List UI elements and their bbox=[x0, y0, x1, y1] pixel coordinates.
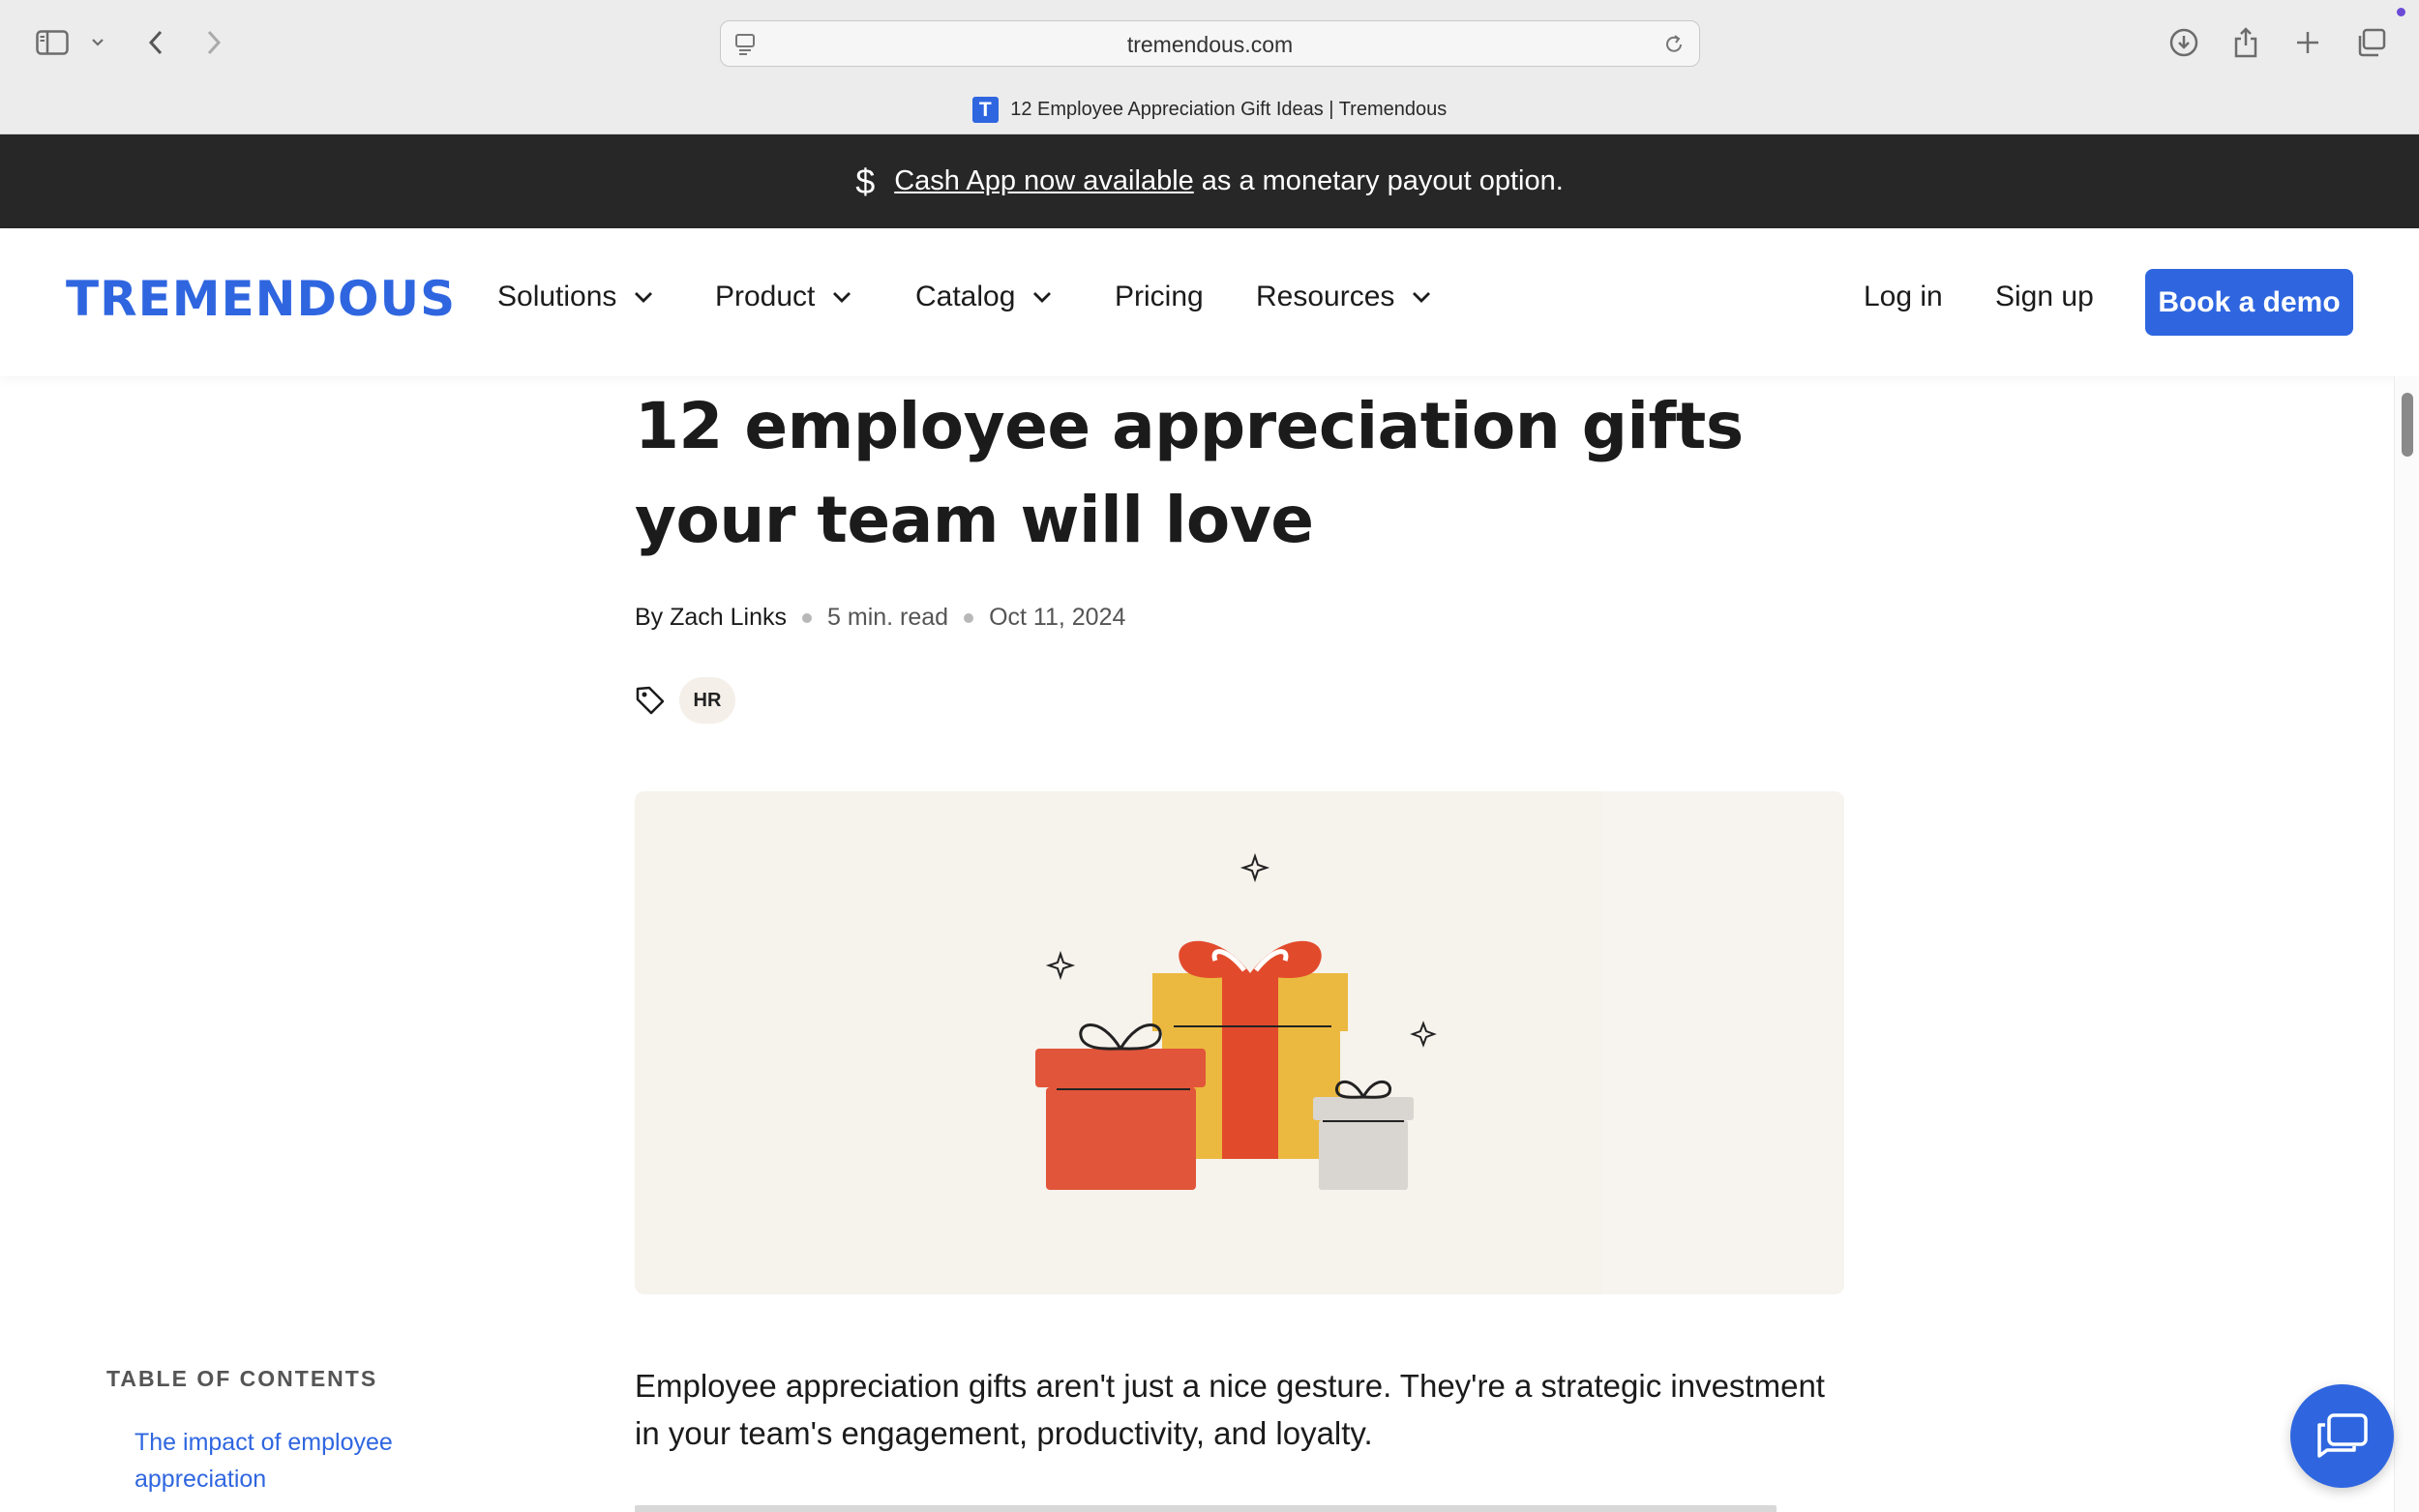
nav-label: Solutions bbox=[497, 281, 617, 312]
nav-product[interactable]: Product bbox=[715, 281, 851, 313]
gift-boxes-image bbox=[1035, 791, 1844, 1294]
sidebar-toggle-icon[interactable] bbox=[33, 21, 72, 64]
address-bar[interactable]: tremendous.com bbox=[720, 20, 1700, 67]
nav-pricing[interactable]: Pricing bbox=[1115, 281, 1204, 313]
chevron-down-icon bbox=[833, 292, 851, 303]
tag-icon bbox=[636, 686, 665, 715]
page-scrollbar[interactable] bbox=[2394, 376, 2419, 1512]
chevron-down-icon bbox=[1033, 292, 1052, 303]
article-tags: HR bbox=[635, 677, 735, 724]
reload-icon[interactable] bbox=[1662, 33, 1686, 61]
login-link[interactable]: Log in bbox=[1864, 281, 1943, 313]
article-intro: Employee appreciation gifts aren't just … bbox=[635, 1368, 1825, 1451]
back-arrow-icon[interactable] bbox=[141, 21, 170, 64]
book-demo-button[interactable]: Book a demo bbox=[2145, 269, 2353, 336]
chevron-down-icon[interactable] bbox=[87, 21, 108, 64]
nav-label: Catalog bbox=[915, 281, 1016, 312]
author-link[interactable]: By Zach Links bbox=[635, 604, 787, 632]
chevron-down-icon bbox=[635, 292, 653, 303]
chat-button[interactable] bbox=[2290, 1384, 2394, 1488]
article-title: 12 employee appreciation gifts your team… bbox=[635, 389, 1744, 557]
browser-toolbar: tremendous.com T 12 Employee Appreciatio… bbox=[0, 0, 2419, 134]
chat-bubbles-icon bbox=[2316, 1412, 2368, 1458]
download-icon[interactable] bbox=[2167, 21, 2200, 64]
nav-catalog[interactable]: Catalog bbox=[915, 281, 1052, 313]
nav-label: Product bbox=[715, 281, 816, 312]
tag-hr[interactable]: HR bbox=[679, 677, 735, 724]
announcement-bar: $ Cash App now available as a monetary p… bbox=[0, 134, 2419, 228]
article-paragraph-cutoff bbox=[635, 1497, 1844, 1512]
nav-solutions[interactable]: Solutions bbox=[497, 281, 653, 313]
announcement-text: as a monetary payout option. bbox=[1201, 165, 1564, 196]
notification-dot bbox=[2397, 8, 2405, 16]
meta-separator bbox=[964, 612, 974, 623]
cash-app-link[interactable]: Cash App now available bbox=[894, 165, 1194, 197]
nav-label: Resources bbox=[1256, 281, 1395, 312]
nav-resources[interactable]: Resources bbox=[1256, 281, 1431, 313]
meta-separator bbox=[802, 612, 813, 623]
new-tab-icon[interactable] bbox=[2293, 21, 2322, 64]
tremendous-favicon-icon: T bbox=[971, 97, 999, 123]
toc-item[interactable]: The impact of employee appreciation bbox=[134, 1424, 444, 1497]
chevron-down-icon bbox=[1413, 292, 1431, 303]
read-time: 5 min. read bbox=[827, 604, 949, 631]
nav-label: Pricing bbox=[1115, 281, 1204, 312]
tab-title: 12 Employee Appreciation Gift Ideas | Tr… bbox=[1010, 99, 1448, 120]
toc-heading: TABLE OF CONTENTS bbox=[106, 1366, 378, 1391]
tab-overview-icon[interactable] bbox=[2355, 21, 2388, 64]
signup-link[interactable]: Sign up bbox=[1995, 281, 2094, 313]
share-icon[interactable] bbox=[2229, 21, 2262, 64]
scrollbar-thumb[interactable] bbox=[2402, 393, 2413, 457]
dollar-icon: $ bbox=[855, 161, 876, 201]
tab-active[interactable]: T 12 Employee Appreciation Gift Ideas | … bbox=[0, 97, 2419, 134]
site-header: TREMENDOUS Solutions Product Catalog Pri… bbox=[0, 228, 2419, 376]
hero-illustration bbox=[635, 791, 1844, 1294]
publish-date: Oct 11, 2024 bbox=[989, 604, 1126, 631]
tremendous-logo[interactable]: TREMENDOUS bbox=[66, 271, 456, 327]
article-meta: By Zach Links 5 min. read Oct 11, 2024 bbox=[635, 604, 1125, 632]
forward-arrow-icon[interactable] bbox=[199, 21, 228, 64]
url-text: tremendous.com bbox=[1126, 32, 1294, 57]
